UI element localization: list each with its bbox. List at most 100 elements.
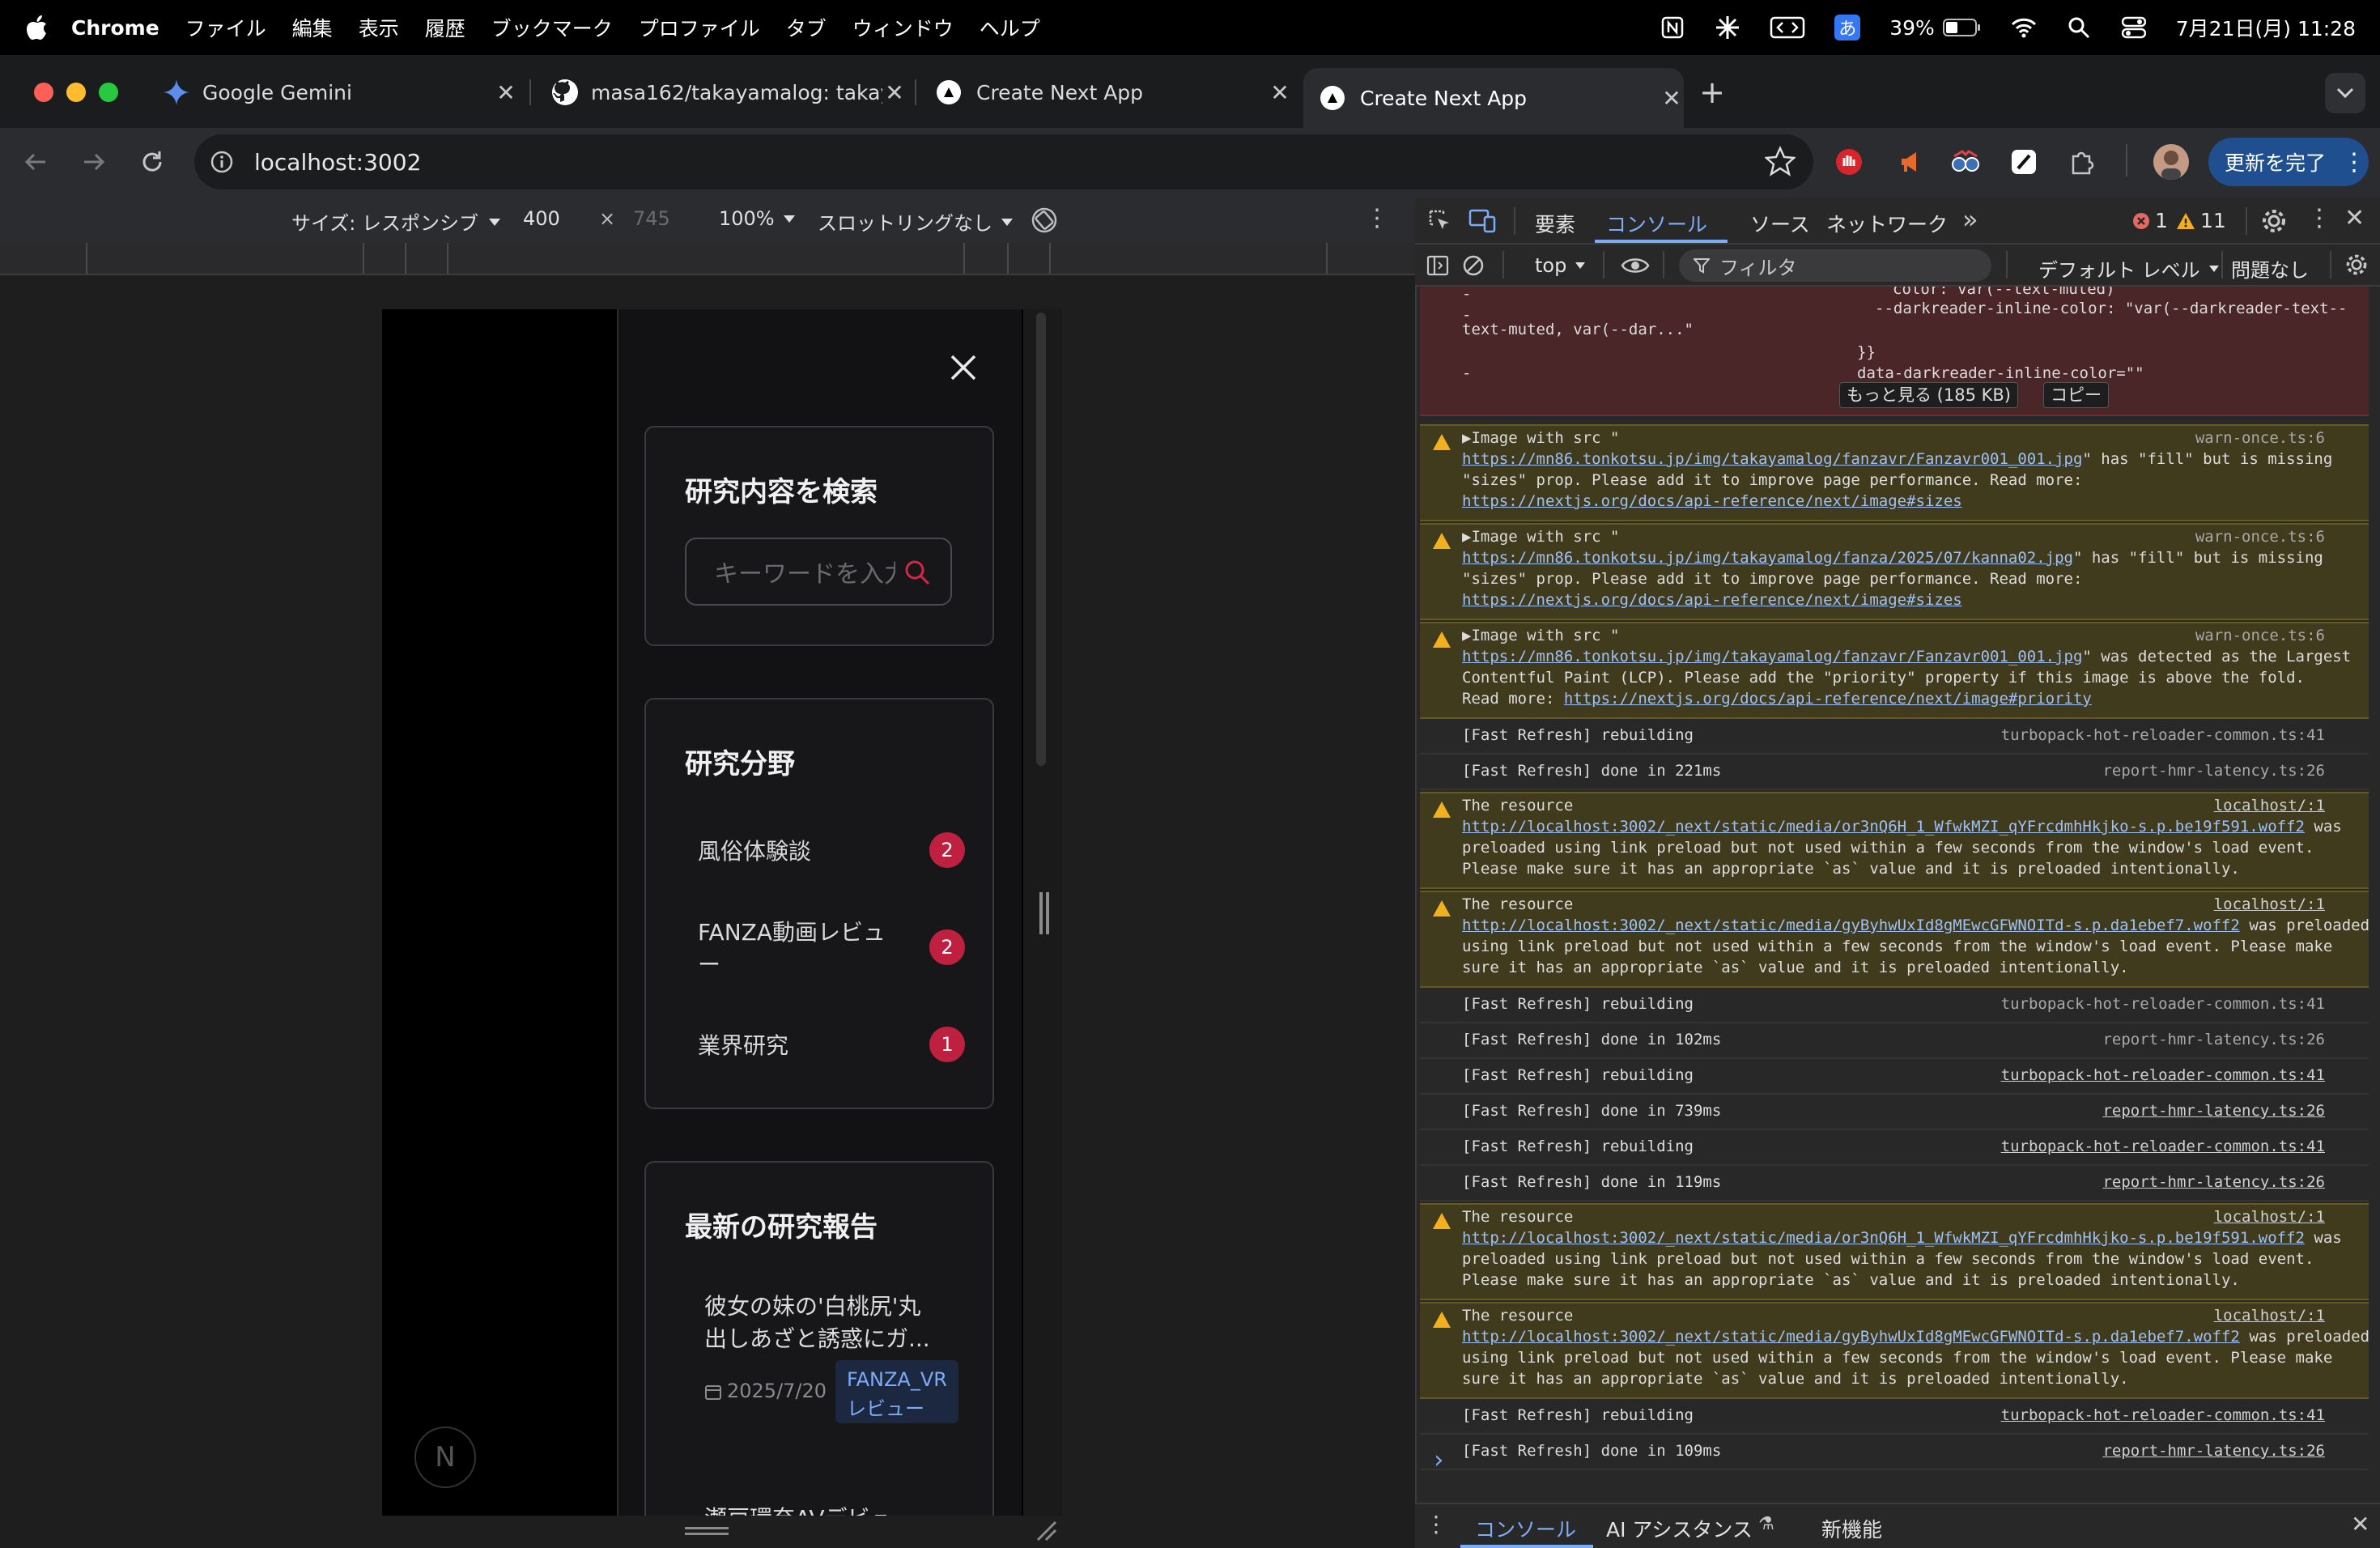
zoom-dropdown[interactable]: 100% — [719, 207, 796, 230]
extensions-puzzle-icon[interactable] — [2063, 142, 2102, 181]
message-url-link[interactable]: http://localhost:3002/_next/static/media… — [1462, 818, 2305, 836]
error-counter[interactable]: 1 — [2132, 209, 2168, 232]
control-center-icon[interactable] — [2121, 15, 2147, 40]
console-log-message[interactable]: [Fast Refresh] done in 109ms report-hmr-l… — [1420, 1436, 2369, 1470]
close-devtools-icon[interactable]: ✕ — [2344, 204, 2365, 232]
copy-button[interactable]: コピー — [2043, 382, 2109, 408]
scrollbar-thumb[interactable] — [1036, 313, 1046, 766]
message-source-link[interactable]: turbopack-hot-reloader-common.ts:41 — [2001, 1138, 2325, 1155]
console-warning-message[interactable]: The resource http://localhost:3002/_next/… — [1420, 891, 2369, 988]
update-button[interactable]: 更新を完了 ⋮ — [2208, 138, 2369, 186]
kebab-menu-icon[interactable]: ⋮ — [2342, 148, 2366, 176]
message-source-link[interactable]: warn-once.ts:6 — [2195, 528, 2325, 546]
inspect-element-icon[interactable] — [1428, 209, 1452, 233]
bookmark-star-icon[interactable] — [1763, 145, 1797, 180]
console-log-message[interactable]: [Fast Refresh] rebuilding turbopack-hot-r… — [1420, 721, 2369, 755]
spotlight-search-icon[interactable] — [2066, 15, 2092, 40]
drawer-tab-ai-assistance[interactable]: AI アシスタンス — [1606, 1514, 1753, 1543]
search-icon[interactable] — [903, 559, 931, 586]
close-tab-icon[interactable]: ✕ — [1660, 85, 1684, 112]
menu-view[interactable]: 表示 — [359, 13, 399, 42]
message-source-link[interactable]: turbopack-hot-reloader-common.ts:41 — [2001, 1406, 2325, 1424]
site-info-icon[interactable] — [206, 146, 238, 178]
settings-gear-icon[interactable] — [2260, 207, 2288, 235]
clock[interactable]: 7月21日(月) 11:28 — [2176, 13, 2356, 42]
message-source-link[interactable]: report-hmr-latency.ts:26 — [2102, 762, 2325, 780]
context-selector[interactable]: top — [1535, 254, 1586, 277]
resize-handle-right[interactable] — [1039, 892, 1049, 934]
extension-megaphone-icon[interactable] — [1891, 142, 1930, 181]
devtools-menu-icon[interactable]: ⋮ — [2307, 204, 2331, 232]
sidebar-toggle-icon[interactable] — [1426, 254, 1449, 277]
menu-edit[interactable]: 編集 — [292, 13, 333, 42]
battery-indicator[interactable]: 39% — [1889, 16, 1982, 40]
category-item[interactable]: 業界研究 1 — [678, 1007, 970, 1080]
console-log-message[interactable]: [Fast Refresh] done in 102ms report-hmr-l… — [1420, 1025, 2369, 1059]
console-warning-message[interactable]: The resource http://localhost:3002/_next/… — [1420, 1203, 2369, 1300]
menu-tab[interactable]: タブ — [786, 13, 827, 42]
console-log-message[interactable]: [Fast Refresh] done in 221ms report-hmr-l… — [1420, 756, 2369, 790]
message-url-link[interactable]: https://nextjs.org/docs/api-reference/ne… — [1564, 690, 2092, 708]
console-filter-input[interactable]: フィルタ — [1679, 249, 1991, 282]
console-warning-message[interactable]: ▶Image with src " https://mn86.tonkotsu.j… — [1420, 622, 2369, 719]
menu-file[interactable]: ファイル — [185, 13, 266, 42]
message-url-link[interactable]: http://localhost:3002/_next/static/media… — [1462, 1328, 2240, 1346]
message-source-link[interactable]: turbopack-hot-reloader-common.ts:41 — [2001, 1066, 2325, 1084]
issues-counter[interactable]: 問題なし — [2231, 254, 2309, 283]
console-prompt-icon[interactable]: › — [1431, 1446, 1446, 1474]
console-settings-gear-icon[interactable] — [2344, 253, 2369, 277]
devtools-tab-elements[interactable]: 要素 — [1535, 209, 1575, 238]
post-tag[interactable]: FANZA_VR レビュー — [835, 1360, 958, 1423]
apple-logo-icon[interactable] — [24, 11, 52, 44]
notion-icon[interactable] — [1660, 15, 1685, 40]
minimize-window-button[interactable] — [66, 83, 86, 102]
drawer-menu-icon[interactable]: ⋮ — [1425, 1511, 1447, 1537]
menu-bookmarks[interactable]: ブックマーク — [491, 13, 613, 42]
message-url-link[interactable]: https://nextjs.org/docs/api-reference/ne… — [1462, 492, 1962, 510]
message-source-link[interactable]: warn-once.ts:6 — [2195, 627, 2325, 644]
ime-icon[interactable]: あ — [1834, 15, 1861, 40]
menu-history[interactable]: 履歴 — [425, 13, 465, 42]
message-source-link[interactable]: localhost/:1 — [2214, 895, 2325, 913]
devtools-tab-sources[interactable]: ソース — [1750, 209, 1810, 238]
console-log-message[interactable]: [Fast Refresh] rebuilding turbopack-hot-r… — [1420, 1061, 2369, 1095]
show-more-button[interactable]: もっと見る (185 KB) — [1839, 382, 2018, 408]
resize-corner-icon[interactable] — [1035, 1519, 1057, 1542]
message-url-link[interactable]: https://mn86.tonkotsu.jp/img/takayamalog… — [1462, 648, 2082, 666]
console-log-message[interactable]: [Fast Refresh] done in 119ms report-hmr-l… — [1420, 1167, 2369, 1201]
tab-google-gemini[interactable]: Google Gemini ✕ — [146, 68, 518, 117]
category-item[interactable]: 風俗体験談 2 — [678, 813, 970, 886]
extension-slash-icon[interactable] — [2004, 142, 2043, 181]
console-log-message[interactable]: [Fast Refresh] rebuilding turbopack-hot-r… — [1420, 989, 2369, 1023]
console-warning-message[interactable]: ▶Image with src " https://mn86.tonkotsu.j… — [1420, 424, 2369, 521]
devtools-tab-network[interactable]: ネットワーク — [1826, 209, 1948, 238]
message-url-link[interactable]: https://mn86.tonkotsu.jp/img/takayamalog… — [1462, 450, 2082, 468]
tab-search-button[interactable] — [2325, 73, 2365, 113]
maximize-window-button[interactable] — [99, 83, 118, 102]
latest-post-item[interactable]: 彼女の妹の'白桃尻'丸 出しあざと誘惑にガ... 2025/7/20 FANZA… — [678, 1276, 970, 1478]
message-source-link[interactable]: localhost/:1 — [2214, 1307, 2325, 1325]
sparkle-icon[interactable] — [1715, 15, 1740, 40]
message-url-link[interactable]: http://localhost:3002/_next/static/media… — [1462, 916, 2240, 934]
warning-counter[interactable]: 11 — [2176, 209, 2226, 232]
menu-window[interactable]: ウィンドウ — [852, 13, 954, 42]
message-source-link[interactable]: turbopack-hot-reloader-common.ts:41 — [2001, 995, 2325, 1013]
message-source-link[interactable]: warn-once.ts:6 — [2195, 429, 2325, 447]
nextjs-dev-badge[interactable]: N — [414, 1427, 476, 1488]
console-warning-message[interactable]: ▶Image with src " https://mn86.tonkotsu.j… — [1420, 523, 2369, 620]
message-source-link[interactable]: report-hmr-latency.ts:26 — [2102, 1442, 2325, 1460]
close-tab-icon[interactable]: ✕ — [1268, 79, 1292, 106]
new-tab-button[interactable]: + — [1694, 74, 1731, 112]
device-size-dropdown[interactable]: サイズ: レスポンシブ — [291, 207, 501, 236]
profile-avatar[interactable] — [2153, 144, 2189, 180]
forward-button[interactable] — [74, 142, 113, 181]
category-item[interactable]: FANZA動画レビュ ー 2 — [678, 902, 970, 991]
close-tab-icon[interactable]: ✕ — [494, 79, 518, 106]
message-source-link[interactable]: report-hmr-latency.ts:26 — [2102, 1173, 2325, 1191]
drawer-tab-console[interactable]: コンソール — [1475, 1514, 1576, 1543]
wifi-icon[interactable] — [2011, 15, 2037, 40]
device-toggle-icon[interactable] — [1468, 209, 1496, 233]
tab-create-next-app-active[interactable]: Create Next App ✕ — [1303, 68, 1684, 128]
message-source-link[interactable]: report-hmr-latency.ts:26 — [2102, 1031, 2325, 1048]
message-source-link[interactable]: report-hmr-latency.ts:26 — [2102, 1102, 2325, 1120]
